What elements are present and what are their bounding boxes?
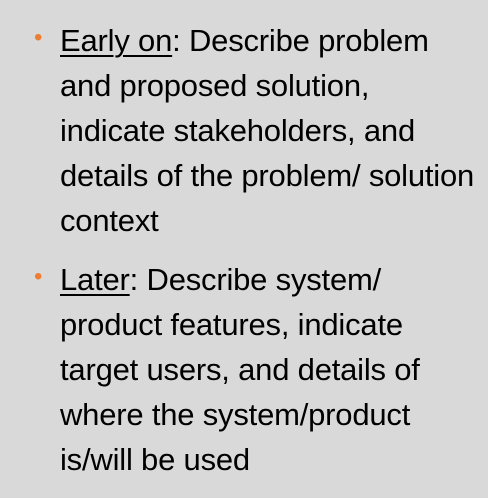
bullet-separator: :	[172, 23, 181, 58]
bullet-term: Later	[60, 262, 130, 297]
bullet-separator: :	[129, 262, 139, 297]
bullet-dot-icon: •	[34, 263, 43, 290]
bullet-dot-icon: •	[34, 24, 43, 51]
bullet-item-early-on: • Early on: Describe problem and propose…	[28, 18, 478, 243]
slide: • Early on: Describe problem and propose…	[0, 0, 488, 498]
bullet-list: • Early on: Describe problem and propose…	[28, 18, 478, 482]
bullet-item-later: • Later: Describe system/ product featur…	[28, 257, 478, 482]
bullet-term: Early on	[60, 23, 173, 58]
